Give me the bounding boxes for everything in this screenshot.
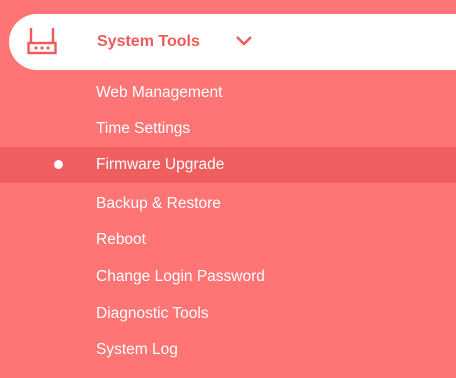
chevron-down-icon[interactable] (234, 31, 254, 51)
menu-item-label: Diagnostic Tools (96, 305, 209, 322)
menu-item-label: Web Management (96, 84, 223, 101)
menu-item-change-login-password[interactable]: Change Login Password (0, 259, 456, 295)
menu-item-label: Firmware Upgrade (96, 156, 225, 173)
menu-item-label: Change Login Password (96, 268, 265, 285)
menu-item-firmware-upgrade[interactable]: Firmware Upgrade (0, 147, 456, 183)
menu-item-label: System Log (96, 341, 178, 358)
menu-item-backup-restore[interactable]: Backup & Restore (0, 186, 456, 222)
menu-item-time-settings[interactable]: Time Settings (0, 111, 456, 147)
active-bullet-icon (54, 160, 63, 169)
menu-section-label: System Tools (97, 33, 200, 50)
menu-item-label: Reboot (96, 231, 146, 248)
side-menu-panel: System Tools Web Management Time Setting… (0, 0, 456, 378)
menu-section-system-tools[interactable]: System Tools (9, 14, 456, 70)
menu-item-web-management[interactable]: Web Management (0, 75, 456, 111)
router-icon (27, 28, 57, 55)
menu-item-label: Backup & Restore (96, 195, 221, 212)
menu-item-diagnostic-tools[interactable]: Diagnostic Tools (0, 296, 456, 332)
menu-item-system-log[interactable]: System Log (0, 332, 456, 368)
menu-item-reboot[interactable]: Reboot (0, 222, 456, 258)
menu-item-label: Time Settings (96, 120, 191, 137)
